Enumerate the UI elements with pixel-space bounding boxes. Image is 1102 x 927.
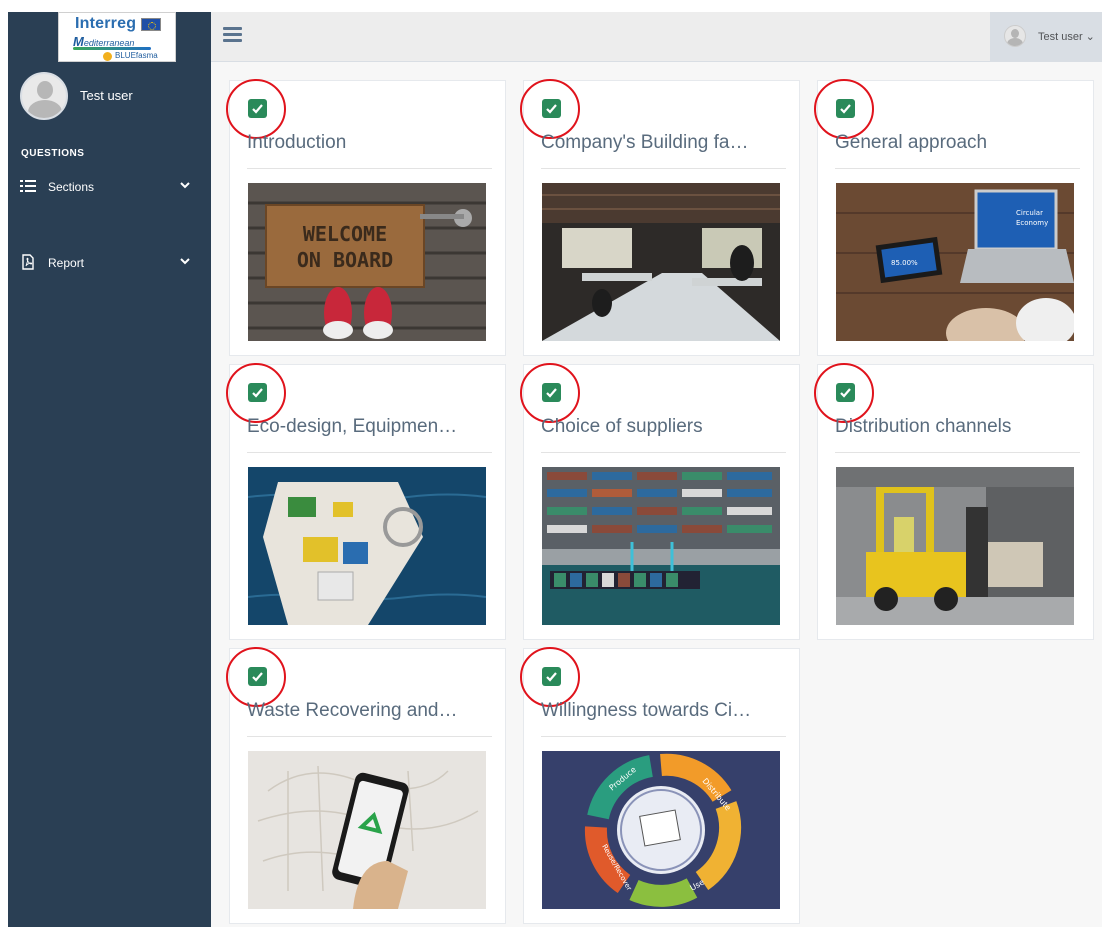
divider	[541, 452, 786, 453]
list-icon	[20, 180, 36, 192]
section-card-introduction[interactable]: Introduction WELCOME ON BOARD	[226, 79, 506, 356]
chevron-down-icon	[180, 182, 190, 189]
user-menu-button[interactable]: Test user ⌄	[990, 12, 1102, 62]
svg-text:85.00%: 85.00%	[891, 259, 918, 267]
questionnaire-grid: Introduction WELCOME ON BOARD Company's …	[211, 62, 1102, 927]
pdf-file-icon	[22, 254, 34, 270]
card-title: Company's Building fa…	[541, 132, 749, 153]
card-title: Waste Recovering and…	[247, 700, 458, 721]
section-card-choice-of-suppliers[interactable]: Choice of suppliers	[520, 363, 800, 640]
sidebar-item-sections[interactable]: Sections	[8, 172, 211, 202]
card-title: General approach	[835, 132, 988, 153]
chevron-down-icon	[180, 258, 190, 265]
svg-text:Circular: Circular	[1016, 209, 1043, 217]
divider	[247, 736, 492, 737]
sidebar: Interreg Mediterranean BLUEfasma Test us…	[8, 12, 211, 927]
sidebar-item-label: Report	[48, 256, 85, 270]
interreg-logo[interactable]: Interreg Mediterranean BLUEfasma	[58, 12, 176, 62]
divider	[835, 452, 1080, 453]
checkbox-checked-icon	[542, 383, 561, 402]
checkbox-checked-icon	[836, 99, 855, 118]
fishing-boat-image	[248, 467, 486, 625]
divider	[247, 452, 492, 453]
top-navbar: Test user ⌄	[211, 12, 1102, 62]
section-card-general-approach[interactable]: General approach Circular Economy 85.00%	[814, 79, 1094, 356]
checkbox-checked-icon	[248, 383, 267, 402]
section-card-company-building[interactable]: Company's Building fa…	[520, 79, 800, 356]
svg-text:Economy: Economy	[1016, 219, 1048, 227]
logo-project: BLUEfasma	[115, 51, 158, 60]
checkbox-checked-icon	[248, 99, 267, 118]
divider	[835, 168, 1080, 169]
user-menu-label: Test user ⌄	[1038, 31, 1095, 43]
logo-title: Interreg	[75, 15, 137, 32]
checkbox-checked-icon	[542, 99, 561, 118]
forklift-warehouse-image	[836, 467, 1074, 625]
user-avatar	[1004, 25, 1026, 47]
card-title: Introduction	[247, 132, 347, 153]
sidebar-item-report[interactable]: Report	[8, 248, 211, 278]
section-card-willingness[interactable]: Willingness towards Ci… Produce Distribu…	[520, 647, 800, 924]
svg-text:ON BOARD: ON BOARD	[297, 248, 393, 272]
card-title: Choice of suppliers	[541, 416, 703, 437]
checkbox-checked-icon	[542, 667, 561, 686]
divider	[541, 736, 786, 737]
divider	[541, 168, 786, 169]
profile-avatar	[20, 72, 68, 120]
eu-flag-icon	[141, 18, 161, 31]
menu-toggle-icon[interactable]	[223, 26, 243, 44]
card-title: Willingness towards Ci…	[541, 700, 752, 721]
welcome-doormat-image: WELCOME ON BOARD	[248, 183, 486, 341]
checkbox-checked-icon	[836, 383, 855, 402]
section-card-waste-recovering[interactable]: Waste Recovering and…	[226, 647, 506, 924]
bluefasma-dot-icon	[103, 52, 112, 61]
container-port-image	[542, 467, 780, 625]
svg-text:WELCOME: WELCOME	[303, 222, 387, 246]
checkbox-checked-icon	[248, 667, 267, 686]
card-title: Distribution channels	[835, 416, 1012, 437]
divider	[247, 168, 492, 169]
nav-section-heading: QUESTIONS	[21, 148, 85, 159]
section-card-distribution-channels[interactable]: Distribution channels	[814, 363, 1094, 640]
open-office-image	[542, 183, 780, 341]
logo-swoosh	[73, 47, 151, 50]
card-title: Eco-design, Equipmen…	[247, 416, 458, 437]
sidebar-item-label: Sections	[48, 180, 95, 194]
circular-economy-laptop-image: Circular Economy 85.00%	[836, 183, 1074, 341]
profile-name: Test user	[80, 88, 133, 103]
circular-economy-diagram-image: Produce Distribute Use Reuse/Recover	[542, 751, 780, 909]
section-card-eco-design[interactable]: Eco-design, Equipmen…	[226, 363, 506, 640]
recycling-phone-image	[248, 751, 486, 909]
